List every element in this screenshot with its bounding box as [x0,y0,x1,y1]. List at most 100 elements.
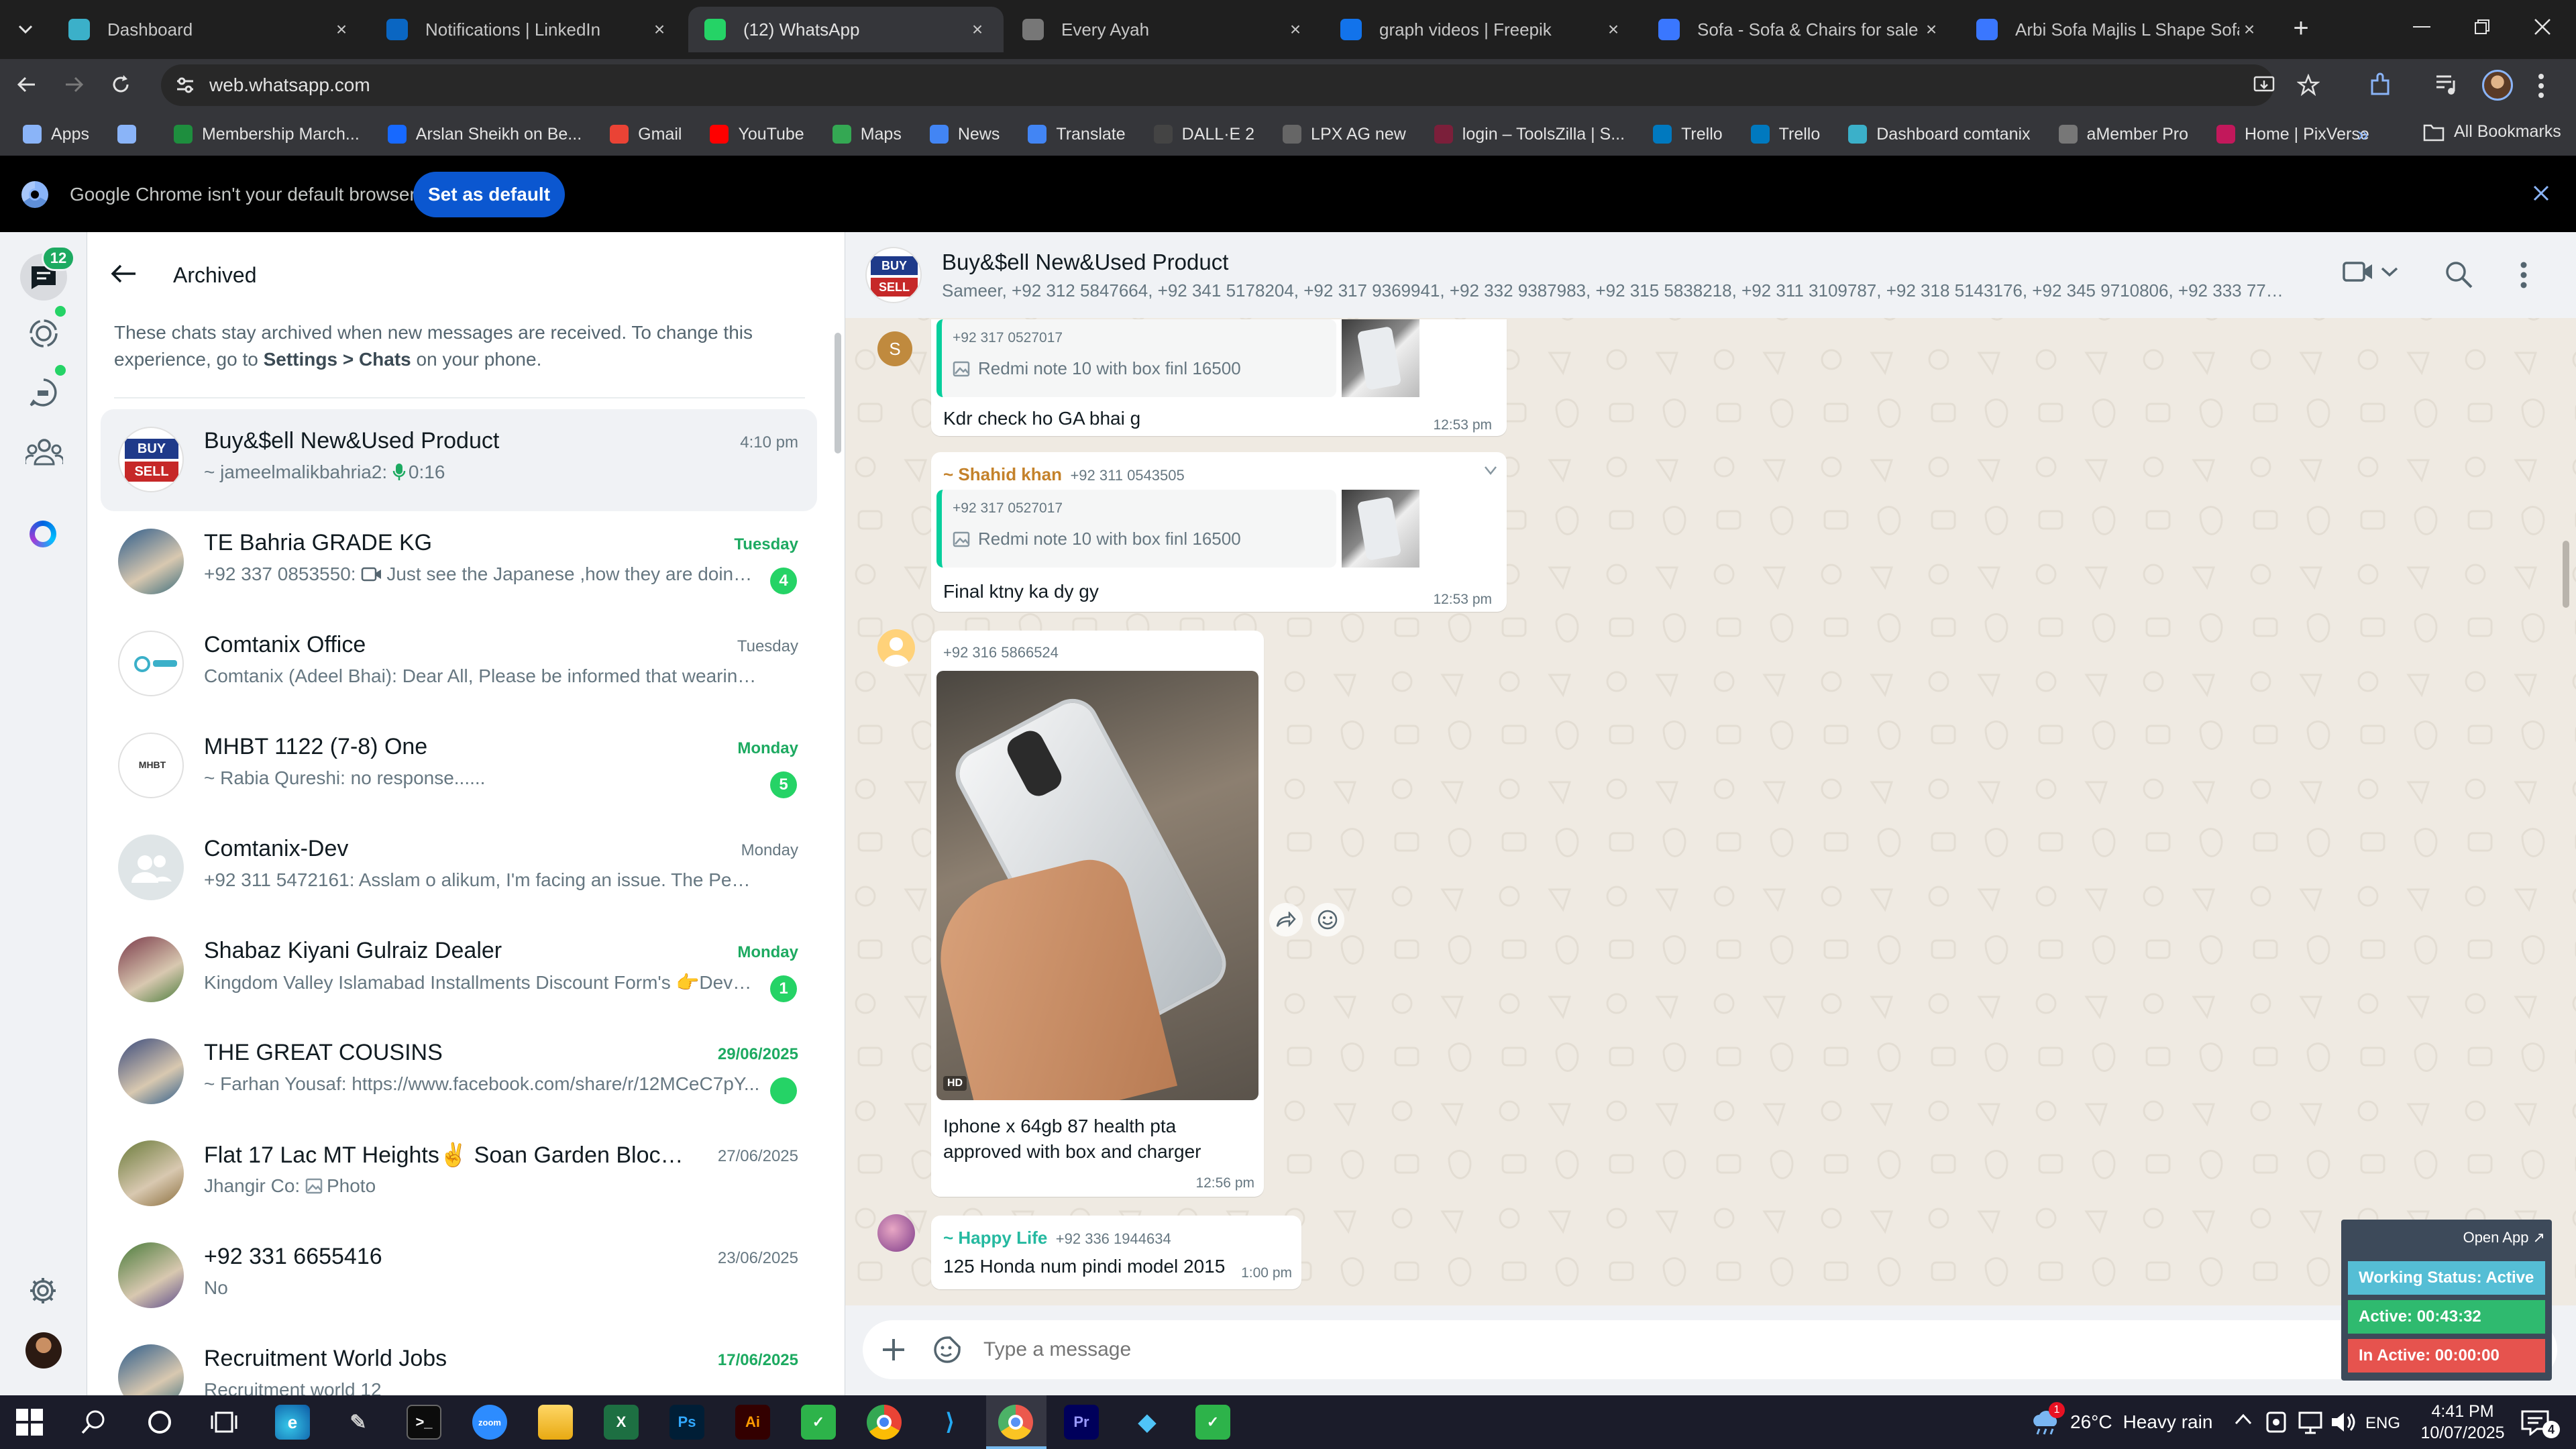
chat-list-item[interactable]: BUY SELL Buy&$ell New&Used Product ~ jameel… [101,409,817,511]
restore-button[interactable] [2452,0,2512,54]
chat-list-item[interactable]: Recruitment World Jobs Recruitment world … [101,1327,817,1395]
message-bubble[interactable]: +92 316 5866524 HD Iphone x 64gb 87 heal… [931,631,1264,1197]
premiere-app[interactable]: Pr [1064,1405,1099,1440]
quoted-message[interactable]: +92 317 0527017 Redmi note 10 with box f… [936,319,1336,397]
site-info-icon[interactable] [174,74,196,96]
photoshop-app[interactable]: Ps [669,1405,704,1440]
infobar-close-button[interactable] [2530,182,2552,204]
bookmark-item[interactable]: Home | PixVerse [2216,125,2369,144]
channels-button[interactable] [28,377,59,408]
chat-avatar[interactable] [118,1140,184,1206]
bookmark-item[interactable]: aMember Pro [2058,125,2188,144]
reload-button[interactable] [109,72,133,97]
bookmark-item[interactable]: Maps [832,125,902,144]
address-bar[interactable]: web.whatsapp.com [161,64,2320,106]
message-menu-chevron[interactable] [1484,466,1497,476]
all-bookmarks[interactable]: All Bookmarks [2423,122,2561,142]
tab-search-button[interactable] [12,16,39,43]
bookmark-item[interactable]: Dashboard comtanix [1848,125,2031,144]
tab-close-icon[interactable]: × [1921,19,1941,40]
media-controls-icon[interactable] [2435,72,2461,97]
chat-list-item[interactable]: TE Bahria GRADE KG +92 337 0853550: Just … [101,511,817,613]
tab-close-icon[interactable]: × [331,19,352,40]
meet-now-icon[interactable] [2265,1409,2289,1436]
chat-list-item[interactable]: Flat 17 Lac MT Heights✌️ Soan Garden Blo… [101,1123,817,1225]
chat-avatar[interactable] [118,1344,184,1395]
chat-list-item[interactable]: THE GREAT COUSINS ~ Farhan Yousaf: https:… [101,1021,817,1123]
collapse-chevron-icon[interactable] [2516,1250,2530,1260]
conversation-scrollbar[interactable] [2563,541,2569,608]
start-button[interactable] [16,1409,43,1436]
browser-tab[interactable]: graph videos | Freepik × [1324,7,1640,52]
profile-avatar[interactable] [2482,70,2513,101]
edge-app[interactable]: e [275,1405,310,1440]
chat-list-item[interactable]: Shabaz Kiyani Gulraiz Dealer Kingdom Vall… [101,919,817,1021]
chrome-menu-icon[interactable] [2536,72,2546,99]
quoted-message[interactable]: +92 317 0527017 Redmi note 10 with box f… [936,490,1336,568]
green-app-2[interactable]: ✓ [1195,1405,1230,1440]
message-bubble[interactable]: ~ Shahid khan +92 311 0543505 +92 317 05… [931,452,1507,612]
message-image[interactable]: HD [936,671,1258,1100]
chat-avatar[interactable] [118,936,184,1002]
attach-button[interactable] [879,1335,908,1364]
list-scrollbar[interactable] [835,333,841,453]
message-bubble[interactable]: ~ Happy Life +92 336 1944634 125 Honda n… [931,1216,1301,1289]
zoom-app[interactable]: zoom [472,1405,507,1440]
bookmark-item[interactable]: Arslan Sheikh on Be... [387,125,582,144]
chat-avatar[interactable] [118,631,184,696]
new-tab-button[interactable]: + [2285,12,2317,44]
bookmarks-overflow-icon[interactable]: » [2357,123,2369,146]
extensions-icon[interactable] [2367,71,2394,98]
install-app-icon[interactable] [2253,74,2275,97]
quoted-thumbnail[interactable] [1342,319,1419,397]
bookmark-item[interactable]: DALL·E 2 [1153,125,1254,144]
tab-close-icon[interactable]: × [2239,19,2259,40]
cortana-button[interactable] [146,1409,173,1436]
chrome-app[interactable] [867,1405,902,1440]
meta-ai-button[interactable] [30,521,56,547]
show-hidden-icons-button[interactable] [2234,1413,2253,1426]
tab-close-icon[interactable]: × [1285,19,1305,40]
message-bubble[interactable]: +92 317 0527017 Redmi note 10 with box f… [931,319,1507,436]
bookmark-item[interactable]: Trello [1750,125,1820,144]
settings-button[interactable] [28,1276,58,1305]
chat-avatar[interactable]: BUY SELL [118,427,184,492]
conversation-header[interactable]: BUY SELL Buy&$ell New&Used Product Samee… [845,232,2576,318]
pen-app[interactable]: ✎ [341,1405,376,1440]
sticker-button[interactable] [932,1335,962,1364]
chat-list-item[interactable]: Comtanix Office Comtanix (Adeel Bhai): De… [101,613,817,715]
bookmark-item[interactable]: Translate [1028,125,1126,144]
browser-tab[interactable]: Dashboard × [52,7,368,52]
sender-avatar[interactable]: S [877,331,912,366]
excel-app[interactable]: X [604,1405,639,1440]
bookmark-item[interactable] [117,125,146,144]
browser-tab[interactable]: Sofa - Sofa & Chairs for sale in × [1642,7,1957,52]
network-icon[interactable] [2297,1410,2324,1434]
chat-avatar[interactable] [118,1038,184,1104]
search-button[interactable] [2445,260,2473,288]
minimize-button[interactable] [2392,0,2452,54]
back-button[interactable] [15,72,39,97]
bookmark-item[interactable]: login – ToolsZilla | S... [1434,125,1625,144]
tab-close-icon[interactable]: × [967,19,987,40]
bookmark-star-icon[interactable] [2297,74,2320,97]
open-app-link[interactable]: Open App ↗ [2463,1229,2545,1246]
chat-list-item[interactable]: MHBT MHBT 1122 (7-8) One ~ Rabia Qureshi: … [101,715,817,817]
bookmark-item[interactable]: Apps [23,125,89,144]
browser-tab[interactable]: Notifications | LinkedIn × [370,7,686,52]
chat-avatar[interactable] [118,1242,184,1308]
illustrator-app[interactable]: Ai [735,1405,770,1440]
task-view-button[interactable] [211,1409,237,1436]
comtanix-app[interactable]: ◆ [1130,1405,1165,1440]
chat-avatar[interactable] [118,529,184,594]
quoted-thumbnail[interactable] [1342,490,1419,568]
bookmark-item[interactable]: Gmail [610,125,682,144]
react-button[interactable] [1311,903,1344,936]
sender-avatar-placeholder[interactable] [877,629,915,667]
video-call-button[interactable] [2343,260,2399,283]
tab-close-icon[interactable]: × [1603,19,1623,40]
tab-close-icon[interactable]: × [649,19,669,40]
bookmark-item[interactable]: Membership March... [173,125,360,144]
clock[interactable]: 4:41 PM 10/07/2025 [2412,1401,2513,1444]
file-explorer-app[interactable] [538,1405,573,1440]
